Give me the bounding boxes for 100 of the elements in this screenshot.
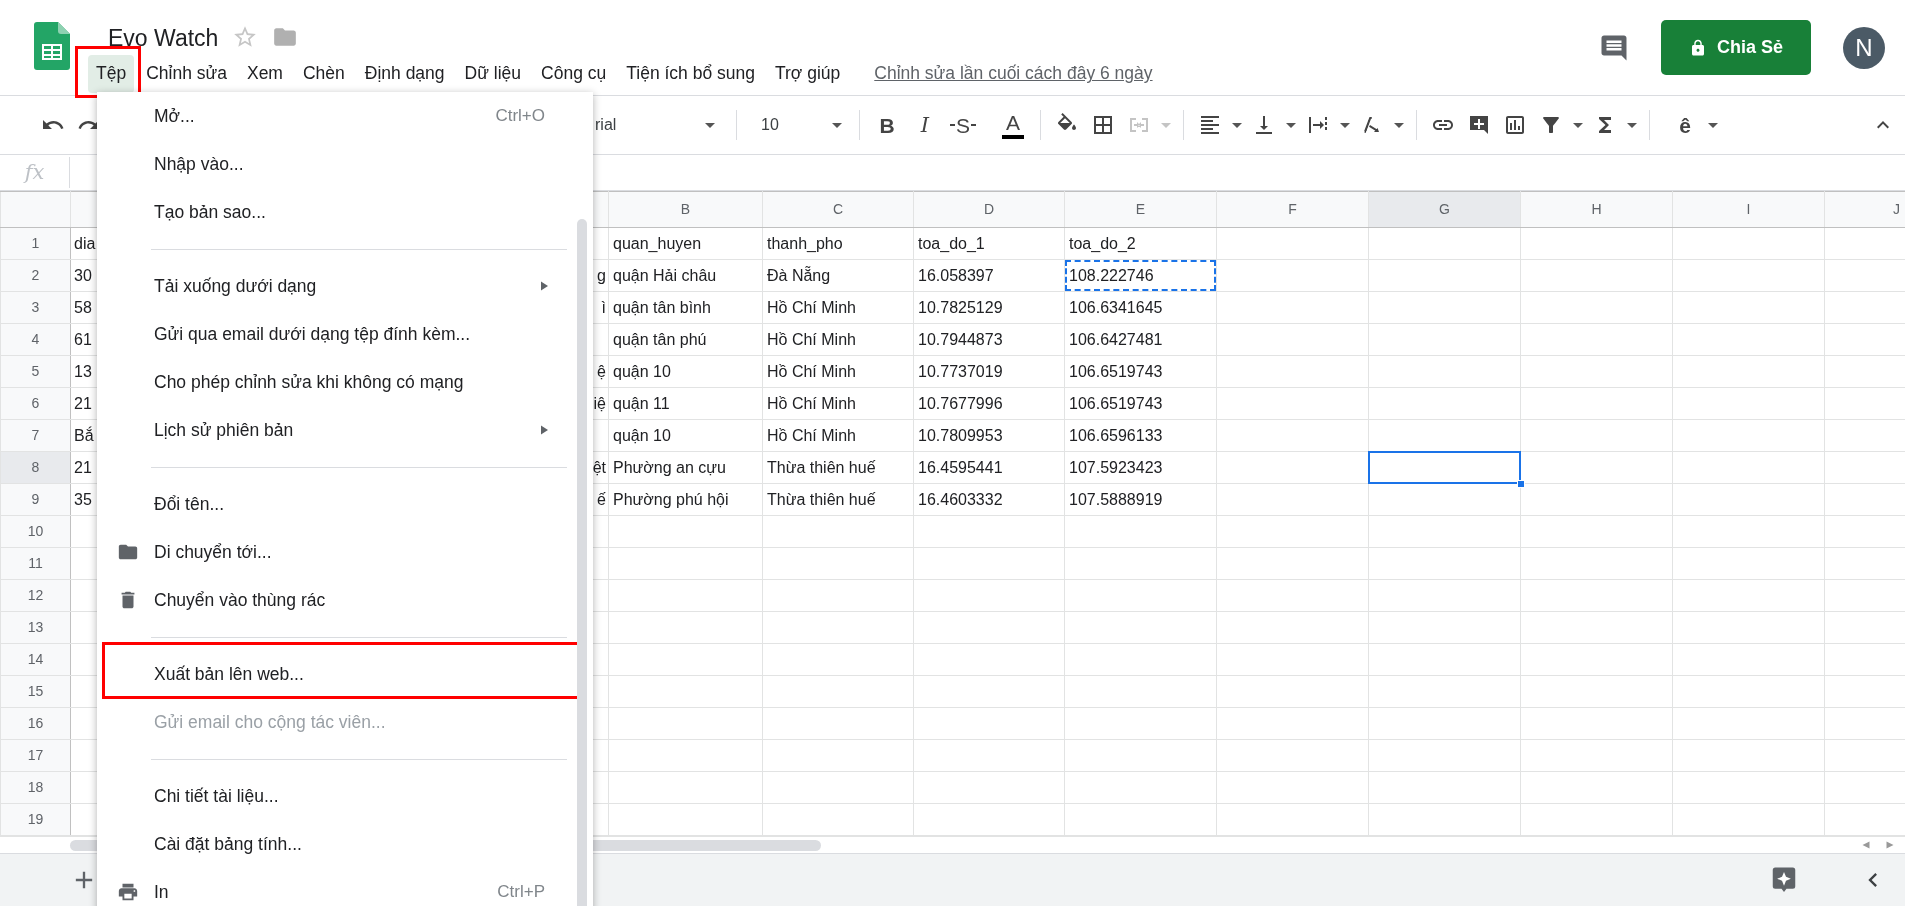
menu-item[interactable]: Gửi qua email dưới dạng tệp đính kèm... — [97, 310, 593, 358]
menu-tab[interactable]: Công cụ — [533, 54, 615, 93]
shortcut-text: Ctrl+O — [495, 105, 545, 128]
formula-label: fx — [0, 156, 70, 189]
align-left-icon[interactable] — [1198, 113, 1222, 137]
menu-item[interactable]: In Ctrl+P — [97, 868, 593, 906]
menu-tab[interactable]: Dữ liệu — [456, 54, 530, 93]
row-header[interactable]: 4 — [0, 323, 71, 356]
avatar[interactable]: N — [1843, 26, 1885, 69]
row-header[interactable]: 17 — [0, 739, 71, 772]
row-header[interactable]: 11 — [0, 547, 71, 580]
menu-item[interactable]: Mở... Ctrl+O — [97, 92, 593, 140]
row-header[interactable]: 12 — [0, 579, 71, 612]
menu-item[interactable]: Xuất bản lên web... — [105, 650, 571, 698]
menu-tab[interactable]: Chỉnh sửa — [138, 54, 235, 93]
cell-text: ế — [597, 490, 607, 510]
column-header[interactable]: D — [913, 191, 1065, 228]
cell-text: 107.5888919 — [1068, 490, 1164, 510]
caret-icon[interactable] — [1394, 122, 1404, 128]
italic-button[interactable]: I — [906, 107, 944, 143]
shortcut-text: Ctrl+P — [497, 881, 545, 904]
menu-item[interactable]: Tạo bản sao... — [97, 188, 593, 236]
font-size-dropdown[interactable]: 10 — [749, 107, 851, 143]
row-header[interactable]: 7 — [0, 419, 71, 452]
input-tools-button[interactable]: ê — [1666, 107, 1704, 143]
borders-icon[interactable] — [1091, 113, 1115, 137]
cell-text: 106.6519743 — [1068, 394, 1164, 414]
cell-text: 10.7825129 — [917, 298, 1004, 318]
cell-text: thanh_pho — [766, 234, 844, 254]
column-header[interactable]: I — [1672, 191, 1825, 228]
cell-text: quận tân bình — [612, 298, 712, 318]
font-dropdown[interactable]: rial — [592, 107, 724, 143]
menu-item[interactable]: Di chuyển tới... — [97, 528, 593, 576]
menu-tab[interactable]: Định dạng — [356, 54, 453, 93]
column-header[interactable]: J — [1824, 191, 1905, 228]
menu-item[interactable]: Tải xuống dưới dạng — [97, 262, 593, 310]
caret-icon[interactable] — [1627, 122, 1637, 128]
caret-icon — [832, 122, 842, 128]
scrollbar-thumb[interactable] — [577, 219, 587, 906]
bold-button[interactable]: B — [868, 107, 906, 143]
row-header[interactable]: 16 — [0, 707, 71, 740]
cell-text: 16.4595441 — [917, 458, 1004, 478]
column-header[interactable]: G — [1368, 191, 1521, 228]
caret-icon[interactable] — [1232, 122, 1242, 128]
row-header[interactable]: 18 — [0, 771, 71, 804]
cell-text: quận 10 — [612, 426, 672, 446]
column-header[interactable]: F — [1216, 191, 1369, 228]
row-header[interactable]: 10 — [0, 515, 71, 548]
row-header[interactable]: 5 — [0, 355, 71, 388]
cell-text: Hồ Chí Minh — [766, 362, 857, 382]
caret-icon[interactable] — [1286, 122, 1296, 128]
row-header[interactable]: 14 — [0, 643, 71, 676]
column-header[interactable]: C — [762, 191, 914, 228]
column-header[interactable]: H — [1520, 191, 1673, 228]
menu-tab[interactable]: Xem — [238, 54, 291, 93]
menu-item[interactable]: Nhập vào... — [97, 140, 593, 188]
sheets-logo[interactable] — [34, 22, 70, 70]
column-header[interactable]: B — [608, 191, 763, 228]
cell-text: 61 — [73, 330, 93, 350]
chart-icon[interactable] — [1503, 113, 1527, 137]
menu-tab[interactable]: Trợ giúp — [767, 54, 849, 93]
cell-text: 30 — [73, 266, 93, 286]
row-header[interactable]: 19 — [0, 803, 71, 836]
document-title[interactable]: Evo Watch — [108, 27, 219, 50]
menu-item[interactable]: Đổi tên... — [97, 480, 593, 528]
cell-text: Phường an cựu — [612, 458, 727, 478]
menu-tab[interactable]: Tiện ích bổ sung — [618, 54, 763, 93]
share-button[interactable]: Chia Sẻ — [1661, 20, 1811, 75]
row-header[interactable]: 9 — [0, 483, 71, 516]
row-header[interactable]: 13 — [0, 611, 71, 644]
caret-icon[interactable] — [1573, 122, 1583, 128]
row-header[interactable]: 1 — [0, 227, 71, 260]
fill-handle[interactable] — [1517, 480, 1525, 488]
row-header[interactable]: 3 — [0, 291, 71, 324]
menu-item[interactable]: Chuyển vào thùng rác — [97, 576, 593, 624]
caret-icon[interactable] — [1340, 122, 1350, 128]
cell-text: Thừa thiên huế — [766, 490, 877, 510]
cell-text: 21 — [73, 458, 93, 478]
column-header[interactable]: E — [1064, 191, 1217, 228]
menu-item[interactable]: Cài đặt bảng tính... — [97, 820, 593, 868]
cell-text: Hồ Chí Minh — [766, 298, 857, 318]
cell-text: quận 11 — [612, 394, 671, 414]
caret-icon[interactable] — [1708, 122, 1718, 128]
menu-item[interactable]: Lịch sử phiên bản — [97, 406, 593, 454]
text-color-button[interactable]: A — [994, 107, 1032, 143]
cell-text: 106.6427481 — [1068, 330, 1164, 350]
cell-text: 10.7809953 — [917, 426, 1004, 446]
row-header[interactable]: 2 — [0, 259, 71, 292]
last-edit-link[interactable]: Chỉnh sửa lần cuối cách đây 6 ngày — [874, 60, 1153, 87]
strikethrough-button[interactable]: S — [944, 107, 982, 143]
menu-item[interactable]: Cho phép chỉnh sửa khi không có mạng — [97, 358, 593, 406]
cell-text: 58 — [73, 298, 93, 318]
menu-tab[interactable]: Chèn — [294, 54, 353, 93]
row-header[interactable]: 6 — [0, 387, 71, 420]
lock-icon — [1689, 38, 1707, 57]
row-header[interactable]: 8 — [0, 451, 71, 484]
menu-item[interactable]: Chi tiết tài liệu... — [97, 772, 593, 820]
row-header[interactable]: 15 — [0, 675, 71, 708]
menu-tab[interactable]: Tệp — [88, 54, 135, 93]
cell-text: quận 10 — [612, 362, 672, 382]
